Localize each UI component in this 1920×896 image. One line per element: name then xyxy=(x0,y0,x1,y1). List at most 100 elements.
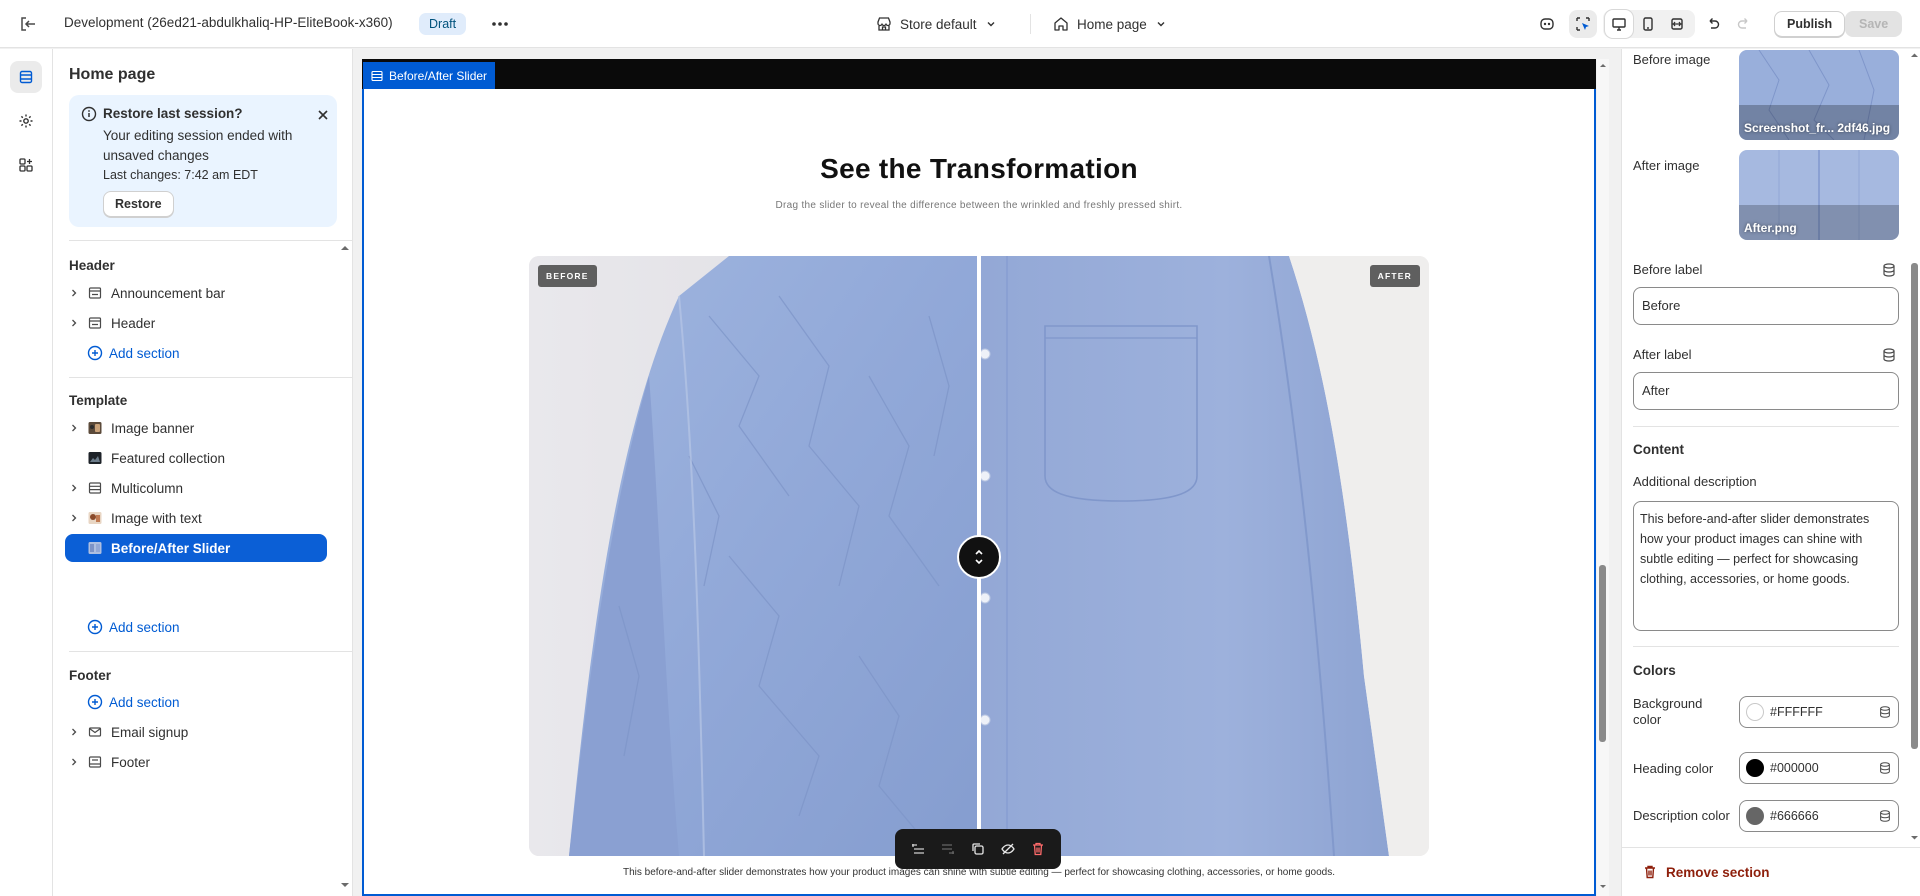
dynamic-source-icon[interactable] xyxy=(1878,761,1892,775)
section-row-label: Email signup xyxy=(111,724,189,740)
slider-handle[interactable] xyxy=(957,535,1001,579)
color-swatch[interactable] xyxy=(1746,807,1764,825)
description-textarea[interactable]: This before-and-after slider demonstrate… xyxy=(1633,501,1899,631)
divider xyxy=(1030,14,1031,34)
selected-section-bar xyxy=(362,59,1596,89)
heading-color-picker[interactable]: #000000 xyxy=(1739,752,1899,784)
background-color-picker[interactable]: #FFFFFF xyxy=(1739,696,1899,728)
section-row-label: Image banner xyxy=(111,420,195,436)
save-button[interactable]: Save xyxy=(1845,11,1903,37)
description-color-picker[interactable]: #666666 xyxy=(1739,800,1899,832)
preview-canvas: Before/After Slider See the Transformati… xyxy=(362,59,1596,896)
section-row-before-after-slider[interactable]: Before/After Slider xyxy=(65,534,327,562)
duplicate-icon[interactable] xyxy=(966,837,990,861)
sections-icon[interactable] xyxy=(10,61,42,93)
chevron-right-icon[interactable] xyxy=(65,718,83,746)
more-actions-icon[interactable] xyxy=(488,12,512,36)
page-selector[interactable]: Home page xyxy=(1053,12,1167,36)
canvas-scrollbar[interactable] xyxy=(1597,59,1609,896)
before-image-picker[interactable]: Screenshot_fr... 2df46.jpg xyxy=(1739,50,1899,140)
exit-icon[interactable] xyxy=(16,12,40,36)
background-color-value: #FFFFFF xyxy=(1770,705,1823,719)
desktop-view-icon[interactable] xyxy=(1605,10,1633,38)
drag-arrows-icon xyxy=(975,549,983,565)
close-icon[interactable] xyxy=(313,105,333,125)
restore-button[interactable]: Restore xyxy=(103,191,174,217)
color-swatch[interactable] xyxy=(1746,703,1764,721)
section-toolbar xyxy=(895,829,1061,869)
section-icon xyxy=(87,754,103,770)
page-selector-label: Home page xyxy=(1077,16,1147,32)
section-row-footer[interactable]: Footer xyxy=(65,748,327,776)
before-image-label: Before image xyxy=(1633,52,1711,67)
chevron-right-icon[interactable] xyxy=(65,748,83,776)
mail-icon xyxy=(87,724,103,740)
chevron-right-icon[interactable] xyxy=(65,504,83,532)
section-row-image-banner[interactable]: Image banner xyxy=(65,414,327,442)
after-image-picker[interactable]: After.png xyxy=(1739,150,1899,240)
chevron-right-icon[interactable] xyxy=(65,414,83,442)
section-row-multicolumn[interactable]: Multicolumn xyxy=(65,474,327,502)
section-row-label: Image with text xyxy=(111,510,202,526)
section-row-announcement-bar[interactable]: Announcement bar xyxy=(65,279,327,307)
description-label: Additional description xyxy=(1633,474,1757,489)
undo-icon[interactable] xyxy=(1699,10,1727,38)
dynamic-source-icon[interactable] xyxy=(1878,809,1892,823)
after-label: AFTER xyxy=(1369,265,1420,287)
chevron-right-icon[interactable] xyxy=(65,279,83,307)
move-down-icon[interactable] xyxy=(936,837,960,861)
chevron-right-icon[interactable] xyxy=(65,309,83,337)
content-heading: Content xyxy=(1633,442,1684,457)
before-label-input[interactable]: Before xyxy=(1633,287,1899,325)
scroll-up-icon[interactable] xyxy=(340,244,350,252)
scroll-down-icon[interactable] xyxy=(340,881,350,889)
section-icon xyxy=(87,315,103,331)
move-up-icon[interactable] xyxy=(906,837,930,861)
full-width-view-icon[interactable] xyxy=(1663,10,1691,38)
inspector-icon[interactable] xyxy=(1569,10,1597,38)
delete-icon[interactable] xyxy=(1026,837,1050,861)
selected-section-tag[interactable]: Before/After Slider xyxy=(363,62,496,89)
image-thumbnail xyxy=(87,510,103,526)
settings-scrollbar[interactable] xyxy=(1909,49,1920,845)
divider xyxy=(1633,646,1899,647)
store-selector[interactable]: Store default xyxy=(876,12,997,36)
before-label-title: Before label xyxy=(1633,262,1703,277)
settings-panel: Before image Screenshot_fr... 2df46.jpg … xyxy=(1621,49,1920,896)
section-row-label: Featured collection xyxy=(111,450,226,466)
before-image-filename: Screenshot_fr... 2df46.jpg xyxy=(1744,121,1891,135)
theme-settings-icon[interactable] xyxy=(10,105,42,137)
hide-icon[interactable] xyxy=(996,837,1020,861)
section-row-image-with-text[interactable]: Image with text xyxy=(65,504,327,532)
before-after-section[interactable]: See the Transformation Drag the slider t… xyxy=(362,89,1596,896)
add-section-button[interactable]: Add section xyxy=(87,341,180,365)
color-swatch[interactable] xyxy=(1746,759,1764,777)
add-section-button[interactable]: Add section xyxy=(87,615,180,639)
image-thumbnail xyxy=(87,540,103,556)
redo-icon[interactable] xyxy=(1730,10,1758,38)
apps-icon[interactable] xyxy=(10,149,42,181)
dynamic-source-icon[interactable] xyxy=(1878,705,1892,719)
sections-panel: Home page Restore last session? Your edi… xyxy=(53,49,353,896)
section-row-featured-collection[interactable]: Featured collection xyxy=(65,444,327,472)
dynamic-source-icon[interactable] xyxy=(1881,347,1897,363)
after-label-input[interactable]: After xyxy=(1633,372,1899,410)
remove-section-bar: Remove section xyxy=(1621,847,1920,896)
mobile-view-icon[interactable] xyxy=(1634,10,1662,38)
store-selector-label: Store default xyxy=(900,16,977,32)
dynamic-source-icon[interactable] xyxy=(1881,262,1897,278)
ai-assistant-icon[interactable] xyxy=(1533,10,1561,38)
chevron-right-icon[interactable] xyxy=(65,474,83,502)
section-row-email-signup[interactable]: Email signup xyxy=(65,718,327,746)
divider xyxy=(69,651,352,652)
section-row-header[interactable]: Header xyxy=(65,309,327,337)
home-icon xyxy=(1054,17,1068,31)
before-after-slider[interactable]: BEFORE AFTER xyxy=(529,256,1429,856)
description-color-label: Description color xyxy=(1633,808,1730,823)
heading-color-value: #000000 xyxy=(1770,761,1819,775)
store-icon xyxy=(877,17,891,31)
remove-section-button[interactable]: Remove section xyxy=(1642,860,1770,884)
chevron-down-icon xyxy=(987,22,995,27)
add-section-button[interactable]: Add section xyxy=(87,690,180,714)
publish-button[interactable]: Publish xyxy=(1774,11,1846,37)
